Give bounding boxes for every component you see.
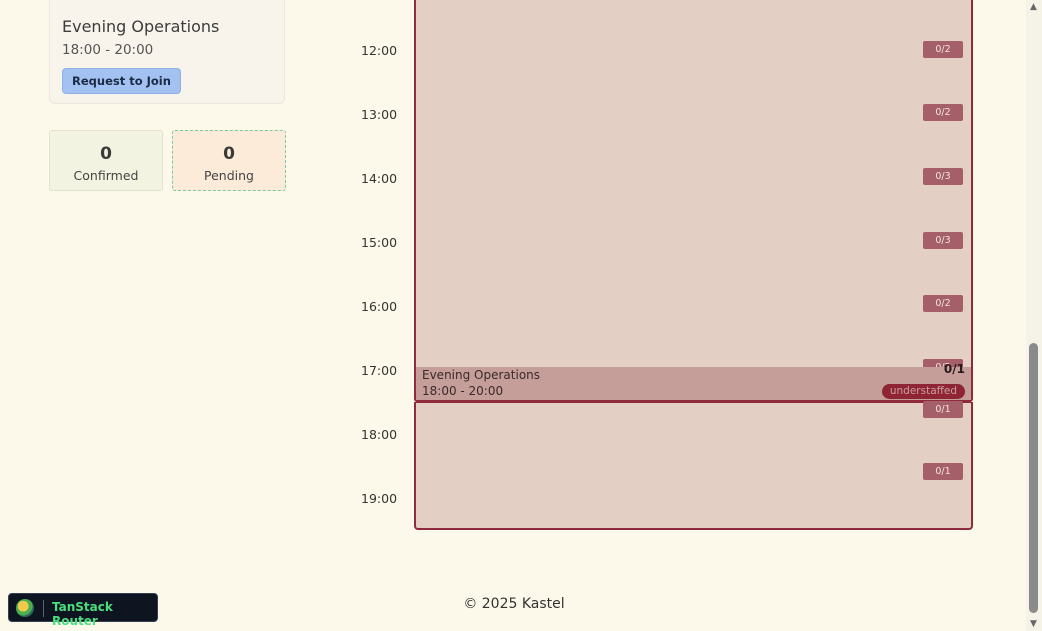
hour-label: 13:00: [361, 107, 398, 122]
event-title: Evening Operations: [422, 368, 541, 382]
slot-capacity-badge: 0/2: [923, 295, 963, 312]
scroll-up-arrow-icon[interactable]: ▲: [1030, 2, 1037, 12]
event-staff-count: 0/1: [943, 362, 965, 376]
request-to-join-button[interactable]: Request to Join: [62, 68, 181, 94]
confirmed-count: 0: [100, 144, 112, 164]
pending-label: Pending: [204, 168, 254, 183]
slot-capacity-badge: 0/1: [923, 463, 963, 480]
understaffed-badge: understaffed: [881, 384, 965, 399]
shift-time: 18:00 - 20:00: [62, 42, 154, 58]
scroll-down-arrow-icon[interactable]: ▼: [1030, 619, 1037, 629]
hour-label: 16:00: [361, 299, 398, 314]
slot-capacity-badge: 0/2: [923, 41, 963, 58]
evening-operations-event[interactable]: Evening Operations 18:00 - 20:00 0/1 und…: [416, 362, 971, 402]
shift-block-evening-lower[interactable]: [414, 402, 973, 530]
shift-block-day[interactable]: [414, 0, 973, 402]
slot-capacity-badge: 0/2: [923, 104, 963, 121]
confirmed-stat: 0 Confirmed: [49, 130, 163, 191]
page-scrollbar[interactable]: ▲ ▼: [1026, 0, 1042, 631]
confirmed-label: Confirmed: [73, 168, 139, 183]
scrollbar-thumb[interactable]: [1029, 343, 1038, 613]
hour-label: 19:00: [361, 491, 398, 506]
tanstack-logo-icon: [16, 599, 34, 617]
hour-label: 14:00: [361, 171, 398, 186]
pending-count: 0: [223, 144, 235, 164]
slot-capacity-badge: 0/1: [923, 401, 963, 418]
event-time: 18:00 - 20:00: [422, 384, 504, 398]
divider: [43, 600, 44, 617]
shift-title: Evening Operations: [62, 17, 220, 36]
hour-label: 15:00: [361, 235, 398, 250]
tanstack-router-devtools-button[interactable]: TanStack Router: [8, 593, 158, 628]
hour-label: 17:00: [361, 363, 398, 378]
pending-stat[interactable]: 0 Pending: [172, 130, 286, 191]
slot-capacity-badge: 0/3: [923, 168, 963, 185]
shift-card: Evening Operations 18:00 - 20:00 Request…: [49, 0, 285, 104]
slot-capacity-badge: 0/3: [923, 232, 963, 249]
hour-label: 18:00: [361, 427, 398, 442]
hour-label: 12:00: [361, 43, 398, 58]
devtools-label: TanStack Router: [52, 600, 113, 628]
